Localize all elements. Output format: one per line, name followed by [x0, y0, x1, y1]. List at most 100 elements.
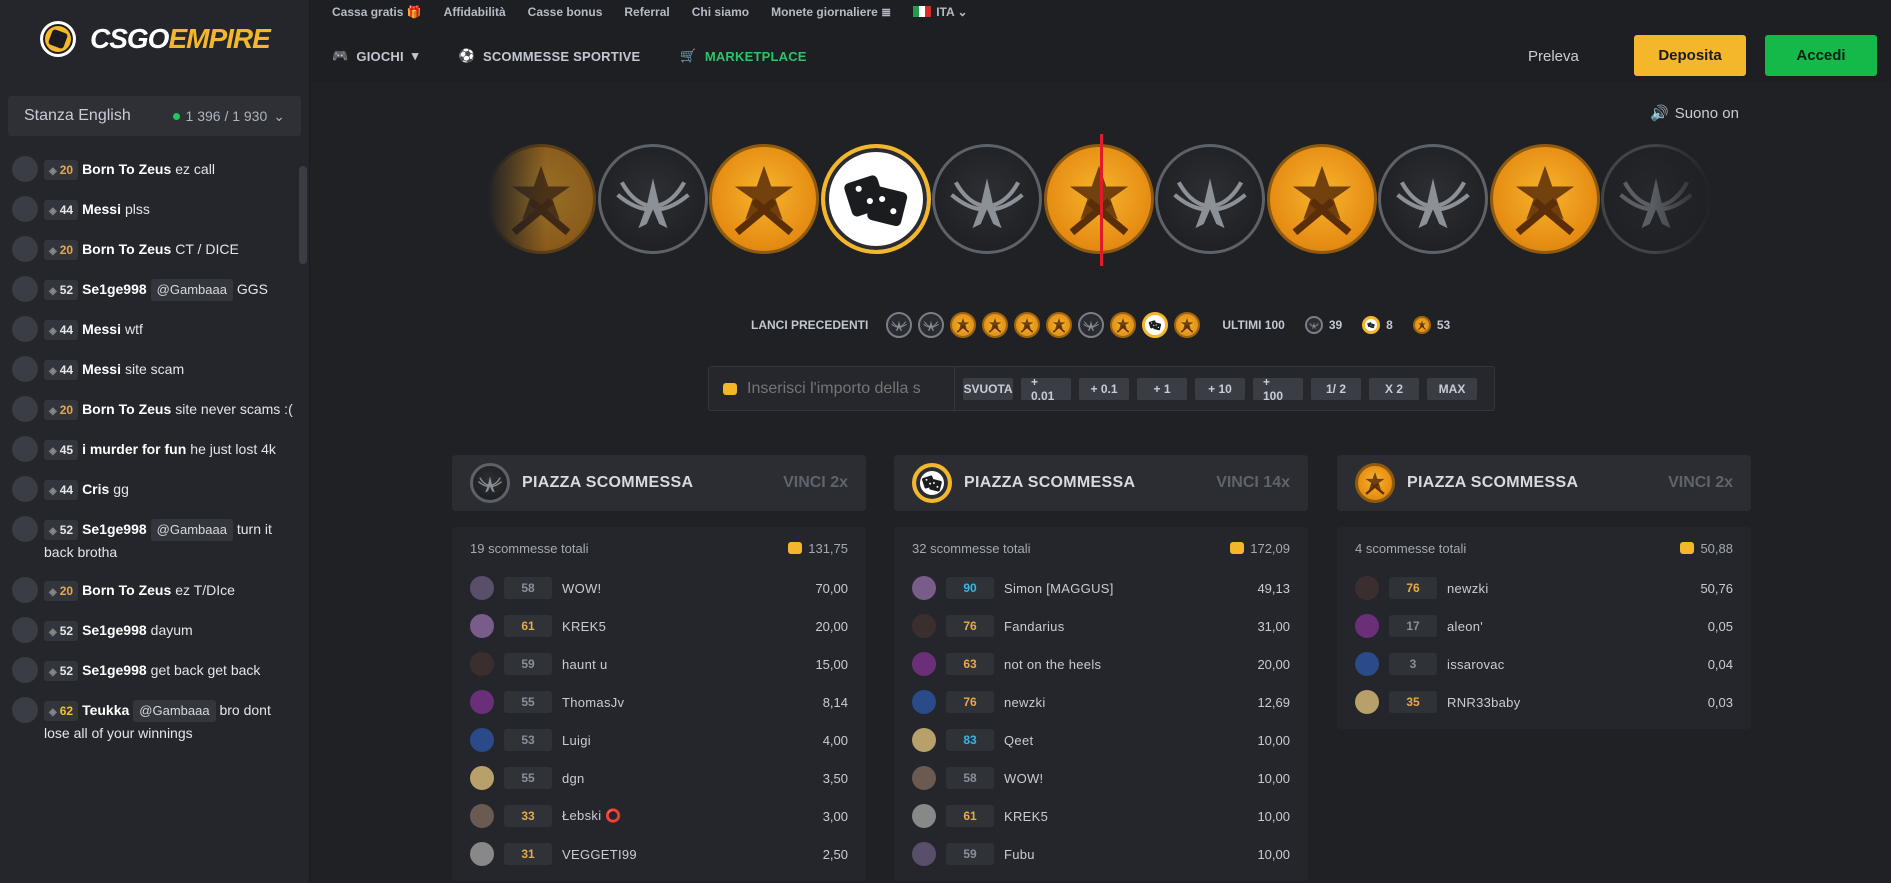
bet-button-2[interactable]: + 0.1	[1079, 377, 1129, 400]
place-bet-button-dice[interactable]: PIAZZA SCOMMESSA VINCI 14x	[894, 455, 1308, 511]
top-link-bonus-cases[interactable]: Casse bonus	[528, 5, 603, 19]
bet-button-4[interactable]: + 10	[1195, 377, 1245, 400]
bettor-name[interactable]: Fandarius	[1004, 619, 1210, 634]
nav-marketplace[interactable]: 🛒 MARKETPLACE	[680, 48, 806, 64]
bettor-name[interactable]: Qeet	[1004, 733, 1210, 748]
chat-username[interactable]: Born To Zeus	[82, 582, 171, 598]
avatar[interactable]	[1355, 652, 1379, 676]
avatar[interactable]	[12, 196, 38, 222]
avatar[interactable]	[12, 476, 38, 502]
bettor-name[interactable]: haunt u	[562, 657, 768, 672]
bettor-name[interactable]: Luigi	[562, 733, 768, 748]
avatar[interactable]	[1355, 614, 1379, 638]
avatar[interactable]	[12, 316, 38, 342]
sound-toggle[interactable]: 🔊 Suono on	[1650, 104, 1739, 123]
avatar[interactable]	[912, 766, 936, 790]
bettor-name[interactable]: WOW!	[562, 581, 768, 596]
language-selector[interactable]: ITA ⌄	[913, 5, 968, 19]
avatar[interactable]	[912, 804, 936, 828]
chat-username[interactable]: Teukka	[82, 702, 129, 718]
avatar[interactable]	[12, 356, 38, 382]
bettor-name[interactable]: newzki	[1004, 695, 1210, 710]
avatar[interactable]	[912, 842, 936, 866]
avatar[interactable]	[12, 156, 38, 182]
bet-button-7[interactable]: X 2	[1369, 377, 1419, 400]
chat-mention[interactable]: @Gambaaa	[150, 279, 233, 301]
chat-username[interactable]: Cris	[82, 481, 109, 497]
top-link-trust[interactable]: Affidabilità	[444, 5, 506, 19]
chat-username[interactable]: Messi	[82, 321, 121, 337]
bettor-name[interactable]: RNR33baby	[1447, 695, 1653, 710]
avatar[interactable]	[12, 657, 38, 683]
chat-mention[interactable]: @Gambaaa	[150, 519, 233, 541]
chat-username[interactable]: Messi	[82, 361, 121, 377]
avatar[interactable]	[12, 236, 38, 262]
bet-button-1[interactable]: + 0.01	[1021, 375, 1071, 403]
avatar[interactable]	[912, 652, 936, 676]
bet-button-5[interactable]: + 100	[1253, 375, 1303, 403]
bettor-name[interactable]: VEGGETI99	[562, 847, 768, 862]
avatar[interactable]	[470, 614, 494, 638]
avatar[interactable]	[12, 516, 38, 542]
avatar[interactable]	[470, 766, 494, 790]
logo[interactable]: CSGOEMPIRE	[0, 0, 309, 78]
avatar[interactable]	[12, 276, 38, 302]
nav-games[interactable]: 🎮 GIOCHI ▾	[332, 48, 419, 64]
avatar[interactable]	[12, 697, 38, 723]
avatar[interactable]	[470, 728, 494, 752]
bet-button-0[interactable]: SVUOTA	[963, 377, 1013, 400]
place-bet-button-t[interactable]: PIAZZA SCOMMESSA VINCI 2x	[1337, 455, 1751, 511]
nav-sports[interactable]: ⚽ SCOMMESSE SPORTIVE	[459, 48, 641, 64]
top-link-daily-coins[interactable]: Monete giornaliere ≣	[771, 5, 891, 19]
avatar[interactable]	[12, 396, 38, 422]
bet-button-3[interactable]: + 1	[1137, 377, 1187, 400]
chat-username[interactable]: Born To Zeus	[82, 401, 171, 417]
avatar[interactable]	[12, 617, 38, 643]
chat-username[interactable]: Se1ge998	[82, 281, 147, 297]
avatar[interactable]	[470, 690, 494, 714]
avatar[interactable]	[912, 728, 936, 752]
chat-mention[interactable]: @Gambaaa	[133, 700, 216, 722]
avatar[interactable]	[12, 436, 38, 462]
bettor-name[interactable]: Simon [MAGGUS]	[1004, 581, 1210, 596]
chat-username[interactable]: Born To Zeus	[82, 241, 171, 257]
bet-button-6[interactable]: 1/ 2	[1311, 377, 1361, 400]
chat-room-selector[interactable]: Stanza English 1 396 / 1 930 ⌄	[8, 96, 301, 136]
chat-username[interactable]: Se1ge998	[82, 622, 147, 638]
bet-button-8[interactable]: MAX	[1427, 377, 1477, 400]
avatar[interactable]	[470, 652, 494, 676]
chat-username[interactable]: Se1ge998	[82, 521, 147, 537]
bet-amount-input[interactable]	[747, 379, 937, 398]
login-button[interactable]: Accedi	[1765, 35, 1877, 76]
avatar[interactable]	[912, 576, 936, 600]
bettor-name[interactable]: WOW!	[1004, 771, 1210, 786]
avatar[interactable]	[12, 577, 38, 603]
bettor-name[interactable]: Łebski ⭕	[562, 808, 768, 824]
avatar[interactable]	[470, 842, 494, 866]
chat-scrollbar[interactable]	[299, 166, 307, 264]
chat-username[interactable]: Born To Zeus	[82, 161, 171, 177]
chat-username[interactable]: Se1ge998	[82, 662, 147, 678]
place-bet-button-ct[interactable]: PIAZZA SCOMMESSA VINCI 2x	[452, 455, 866, 511]
chat-username[interactable]: i murder for fun	[82, 441, 186, 457]
bettor-name[interactable]: aleon'	[1447, 619, 1653, 634]
avatar[interactable]	[912, 690, 936, 714]
chat-username[interactable]: Messi	[82, 201, 121, 217]
bettor-name[interactable]: ThomasJv	[562, 695, 768, 710]
avatar[interactable]	[470, 576, 494, 600]
avatar[interactable]	[1355, 690, 1379, 714]
top-link-free-case[interactable]: Cassa gratis 🎁	[332, 5, 422, 19]
bettor-name[interactable]: dgn	[562, 771, 768, 786]
bettor-name[interactable]: Fubu	[1004, 847, 1210, 862]
avatar[interactable]	[912, 614, 936, 638]
avatar[interactable]	[1355, 576, 1379, 600]
bettor-name[interactable]: KREK5	[562, 619, 768, 634]
bettor-name[interactable]: issarovac	[1447, 657, 1653, 672]
bettor-name[interactable]: not on the heels	[1004, 657, 1210, 672]
withdraw-link[interactable]: Preleva	[1528, 40, 1594, 74]
bettor-name[interactable]: newzki	[1447, 581, 1653, 596]
chat-messages[interactable]: ◈ 20 Born To Zeus ez call ◈ 44 Messi plss ◈ 20 Bor…	[0, 150, 300, 883]
top-link-about[interactable]: Chi siamo	[692, 5, 749, 19]
avatar[interactable]	[470, 804, 494, 828]
bettor-name[interactable]: KREK5	[1004, 809, 1210, 824]
